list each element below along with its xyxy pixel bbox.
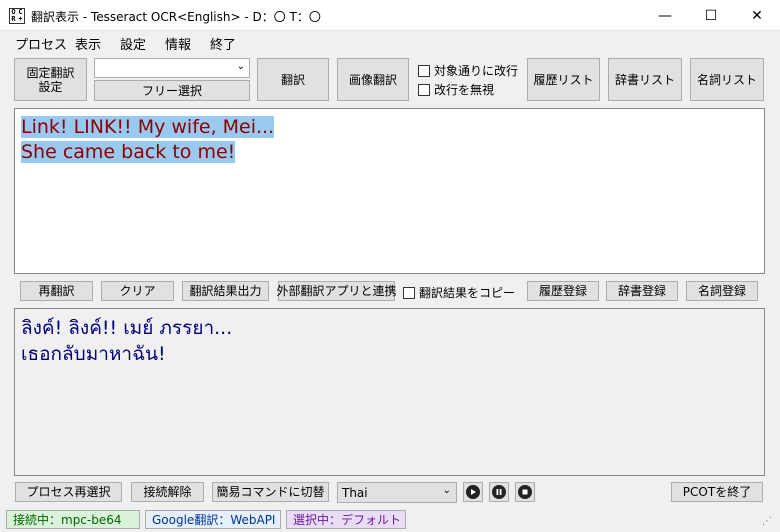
- free-select-button[interactable]: フリー選択: [94, 80, 250, 101]
- copy-result-checkbox[interactable]: 翻訳結果をコピー: [403, 284, 515, 301]
- menu-info[interactable]: 情報: [165, 34, 191, 53]
- source-text-line: Link! LINK!! My wife, Mei...: [21, 116, 275, 138]
- engine-status: Google翻訳：WebAPI: [145, 510, 281, 529]
- translation-result-area[interactable]: ลิงค์! ลิงค์!! เมย์ ภรรยา... เธอกลับมาหา…: [14, 308, 765, 476]
- ignore-newline-checkbox[interactable]: 改行を無視: [418, 81, 494, 98]
- resize-grip-icon[interactable]: ⋰: [762, 516, 772, 527]
- play-icon: [466, 485, 480, 499]
- disconnect-button[interactable]: 接続解除: [131, 482, 204, 502]
- menu-bar: [0, 31, 780, 53]
- close-icon: ✕: [751, 7, 763, 24]
- result-text-line: ลิงค์! ลิงค์!! เมย์ ภรรยา...: [21, 317, 233, 339]
- history-list-button[interactable]: 履歴リスト: [527, 58, 600, 101]
- image-translate-button[interactable]: 画像翻訳: [337, 58, 409, 101]
- language-select-value: Thai: [342, 486, 368, 500]
- history-register-button[interactable]: 履歴登録: [527, 281, 599, 301]
- window-title: 翻訳表示 - Tesseract OCR<English> - D：〇 T：〇: [31, 10, 321, 24]
- minimize-icon: —: [658, 7, 672, 24]
- menu-exit[interactable]: 終了: [210, 34, 236, 53]
- output-result-button[interactable]: 翻訳結果出力: [182, 281, 269, 301]
- reselect-process-button[interactable]: プロセス再選択: [15, 482, 122, 502]
- play-button[interactable]: [463, 482, 483, 502]
- retranslate-button[interactable]: 再翻訳: [20, 281, 93, 301]
- pause-button[interactable]: [489, 482, 509, 502]
- menu-settings[interactable]: 設定: [120, 34, 146, 53]
- close-button[interactable]: ✕: [734, 0, 780, 31]
- selection-status: 選択中：デフォルト: [286, 510, 406, 529]
- maximize-icon: ☐: [704, 7, 718, 24]
- switch-simple-command-button[interactable]: 簡易コマンドに切替: [212, 482, 329, 502]
- dictionary-register-button[interactable]: 辞書登録: [606, 281, 678, 301]
- connection-status: 接続中：mpc-be64: [6, 510, 140, 529]
- chevron-down-icon: ⌄: [442, 485, 451, 496]
- stop-button[interactable]: [515, 482, 535, 502]
- external-app-link-button[interactable]: 外部翻訳アプリと連携: [277, 281, 397, 301]
- language-select[interactable]: Thai ⌄: [337, 482, 457, 503]
- translate-button[interactable]: 翻訳: [257, 58, 329, 101]
- fixed-translation-settings-button[interactable]: 固定翻訳 設定: [14, 58, 87, 101]
- checkbox-box: [403, 286, 415, 299]
- menu-process[interactable]: プロセス: [15, 34, 67, 53]
- checkbox-label: 改行を無視: [434, 83, 495, 97]
- source-text-line: She came back to me!: [21, 141, 236, 163]
- checkbox-label: 対象通りに改行: [434, 64, 519, 78]
- noun-list-button[interactable]: 名詞リスト: [690, 58, 764, 101]
- app-icon-glyph: +: [18, 15, 23, 23]
- checkbox-box: [418, 83, 430, 96]
- app-icon-glyph: R: [11, 15, 16, 23]
- app-icon: O C R +: [9, 8, 25, 24]
- result-text-line: เธอกลับมาหาฉัน!: [21, 343, 166, 365]
- stop-icon: [518, 485, 532, 499]
- title-bar: O C R + 翻訳表示 - Tesseract OCR<English> - …: [0, 0, 780, 31]
- newline-as-source-checkbox[interactable]: 対象通りに改行: [418, 62, 518, 79]
- minimize-button[interactable]: —: [642, 0, 688, 31]
- clear-button[interactable]: クリア: [101, 281, 174, 301]
- chevron-down-icon: ⌄: [236, 61, 245, 72]
- source-text-area[interactable]: Link! LINK!! My wife, Mei... She came ba…: [14, 108, 765, 274]
- menu-view[interactable]: 表示: [75, 34, 101, 53]
- dictionary-list-button[interactable]: 辞書リスト: [608, 58, 682, 101]
- noun-register-button[interactable]: 名詞登録: [686, 281, 758, 301]
- mode-combobox[interactable]: ⌄: [94, 58, 250, 78]
- checkbox-label: 翻訳結果をコピー: [419, 286, 516, 300]
- maximize-button[interactable]: ☐: [688, 0, 734, 31]
- exit-pcot-button[interactable]: PCOTを終了: [671, 482, 763, 502]
- pause-icon: [492, 485, 506, 499]
- checkbox-box: [418, 64, 430, 77]
